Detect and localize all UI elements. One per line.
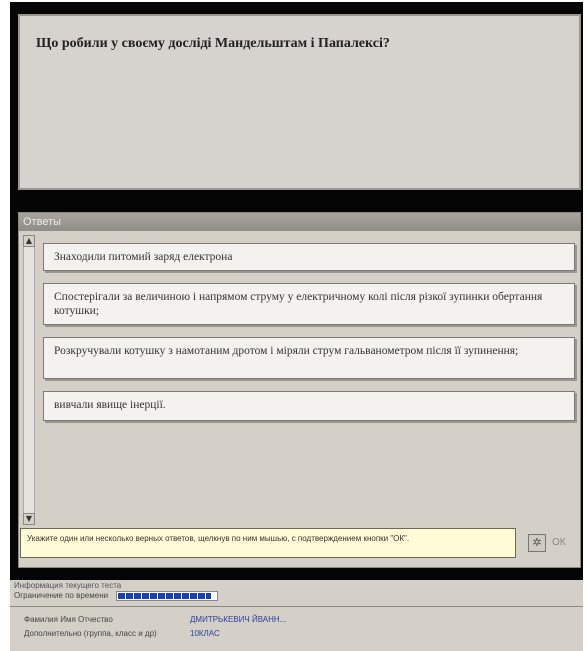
hint-box: Укажите один или несколько верных ответо…	[20, 528, 516, 558]
question-panel: Що робили у своєму досліді Мандельштам і…	[18, 14, 581, 190]
ok-label[interactable]: ОК	[552, 537, 566, 548]
time-limit-row: Ограничение по времени	[14, 590, 219, 601]
student-info: Фамилия Имя Отчество ДМИТРЬКЕВИЧ ЙВАНН..…	[10, 606, 583, 651]
extra-label: Дополнительно (группа, класс и др)	[24, 629, 157, 638]
time-limit-label: Ограничение по времени	[14, 591, 109, 601]
status-title: Информация текущего теста	[14, 581, 122, 590]
answers-panel: Ответы ▲ ▼ Знаходили питомий заряд елект…	[18, 212, 581, 568]
status-panel: Информация текущего теста Ограничение по…	[10, 580, 583, 651]
answer-option-3[interactable]: Розкручували котушку з намотаним дротом …	[43, 337, 575, 379]
time-progress-fill	[118, 592, 212, 599]
answers-header: Ответы	[19, 213, 580, 231]
answers-scrollbar[interactable]: ▲ ▼	[23, 235, 35, 525]
scroll-down-button[interactable]: ▼	[23, 513, 35, 525]
scroll-up-button[interactable]: ▲	[23, 235, 35, 247]
answer-option-1[interactable]: Знаходили питомий заряд електрона	[43, 243, 575, 271]
ok-area: ✲ ОК	[528, 534, 574, 556]
time-progress-bar	[116, 590, 219, 601]
extra-value: 10КЛАС	[190, 629, 220, 638]
name-value: ДМИТРЬКЕВИЧ ЙВАНН...	[190, 615, 287, 624]
ok-button[interactable]: ✲	[528, 534, 546, 552]
answer-option-4[interactable]: вивчали явище інерції.	[43, 391, 575, 421]
answer-option-2[interactable]: Спостерігали за величиною і напрямом стр…	[43, 283, 575, 325]
name-label: Фамилия Имя Отчество	[24, 615, 113, 624]
question-text: Що робили у своєму досліді Мандельштам і…	[36, 36, 390, 51]
